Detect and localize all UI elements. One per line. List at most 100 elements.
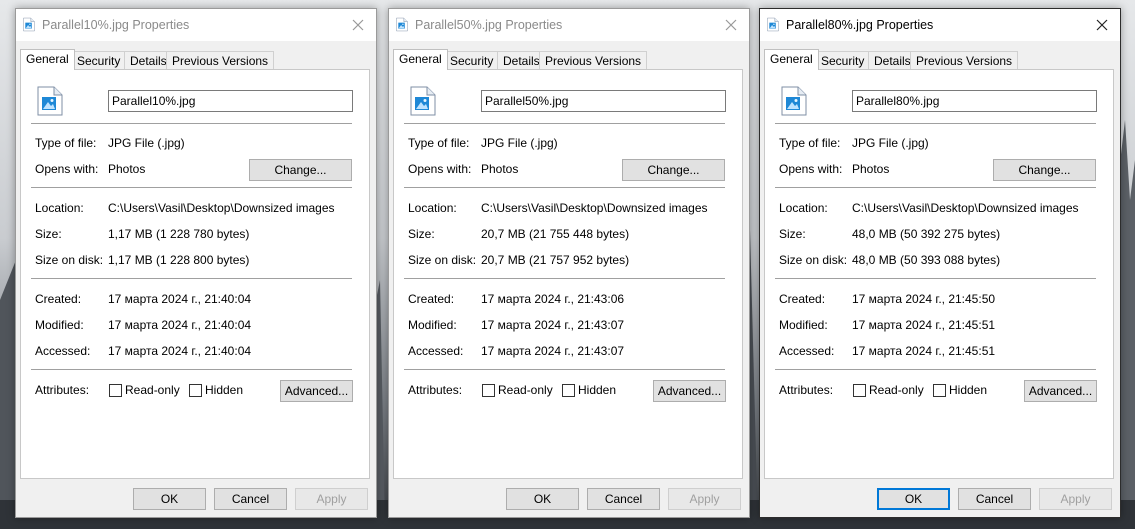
- title-bar[interactable]: Parallel10%.jpg Properties: [16, 9, 376, 41]
- location-value: C:\Users\Vasil\Desktop\Downsized images: [108, 201, 335, 215]
- tab-general[interactable]: General: [764, 49, 819, 70]
- location-value: C:\Users\Vasil\Desktop\Downsized images: [481, 201, 708, 215]
- jpg-file-icon: [767, 17, 779, 32]
- divider: [404, 123, 725, 124]
- location-value: C:\Users\Vasil\Desktop\Downsized images: [852, 201, 1079, 215]
- jpg-file-icon: [23, 17, 35, 32]
- properties-dialog: Parallel10%.jpg Properties General Secur…: [15, 8, 377, 518]
- size-on-disk-value: 1,17 MB (1 228 800 bytes): [108, 253, 250, 267]
- window-title: Parallel10%.jpg Properties: [42, 18, 190, 32]
- attributes-label: Attributes:: [35, 383, 90, 397]
- ok-button[interactable]: OK: [877, 488, 950, 510]
- general-panel: Parallel80%.jpg Type of file: JPG File (…: [764, 69, 1114, 479]
- read-only-checkbox[interactable]: [109, 384, 122, 397]
- cancel-button[interactable]: Cancel: [587, 488, 660, 510]
- cancel-button[interactable]: Cancel: [958, 488, 1031, 510]
- advanced-button[interactable]: Advanced...: [1024, 380, 1097, 402]
- size-label: Size:: [35, 227, 62, 241]
- hidden-label[interactable]: Hidden: [949, 383, 987, 397]
- tab-previous-versions[interactable]: Previous Versions: [539, 51, 648, 69]
- divider: [775, 369, 1096, 370]
- apply-button[interactable]: Apply: [1039, 488, 1112, 510]
- divider: [31, 369, 352, 370]
- accessed-label: Accessed:: [408, 344, 464, 358]
- read-only-label[interactable]: Read-only: [498, 383, 553, 397]
- read-only-checkbox[interactable]: [482, 384, 495, 397]
- opens-with-label: Opens with:: [408, 162, 472, 176]
- accessed-value: 17 марта 2024 г., 21:43:07: [481, 344, 625, 358]
- hidden-checkbox[interactable]: [189, 384, 202, 397]
- tab-security[interactable]: Security: [71, 51, 127, 69]
- jpg-file-icon: [396, 17, 408, 32]
- cancel-button[interactable]: Cancel: [214, 488, 287, 510]
- image-file-icon: [781, 86, 807, 116]
- accessed-value: 17 марта 2024 г., 21:45:51: [852, 344, 996, 358]
- modified-label: Modified:: [35, 318, 84, 332]
- ok-button[interactable]: OK: [133, 488, 206, 510]
- type-of-file-label: Type of file:: [779, 136, 841, 150]
- read-only-label[interactable]: Read-only: [869, 383, 924, 397]
- size-value: 20,7 MB (21 755 448 bytes): [481, 227, 630, 241]
- advanced-button[interactable]: Advanced...: [280, 380, 353, 402]
- apply-button[interactable]: Apply: [295, 488, 368, 510]
- attributes-label: Attributes:: [408, 383, 463, 397]
- divider: [31, 278, 352, 279]
- modified-label: Modified:: [408, 318, 457, 332]
- location-label: Location:: [779, 201, 828, 215]
- general-panel: Parallel50%.jpg Type of file: JPG File (…: [393, 69, 743, 479]
- opens-with-value: Photos: [852, 162, 890, 176]
- divider: [775, 187, 1096, 188]
- created-value: 17 марта 2024 г., 21:43:06: [481, 292, 625, 306]
- location-label: Location:: [35, 201, 84, 215]
- modified-value: 17 марта 2024 г., 21:43:07: [481, 318, 625, 332]
- hidden-checkbox[interactable]: [562, 384, 575, 397]
- hidden-label[interactable]: Hidden: [205, 383, 243, 397]
- close-icon[interactable]: [719, 13, 743, 37]
- divider: [404, 187, 725, 188]
- read-only-checkbox[interactable]: [853, 384, 866, 397]
- title-bar[interactable]: Parallel80%.jpg Properties: [760, 9, 1120, 41]
- created-label: Created:: [35, 292, 82, 306]
- close-icon[interactable]: [346, 13, 370, 37]
- size-on-disk-label: Size on disk:: [779, 253, 848, 267]
- change-button[interactable]: Change...: [249, 159, 352, 181]
- change-button[interactable]: Change...: [622, 159, 725, 181]
- opens-with-value: Photos: [108, 162, 146, 176]
- modified-value: 17 марта 2024 г., 21:40:04: [108, 318, 252, 332]
- tab-general[interactable]: General: [393, 49, 448, 70]
- opens-with-label: Opens with:: [35, 162, 99, 176]
- tab-general[interactable]: General: [20, 49, 75, 70]
- divider: [31, 187, 352, 188]
- tab-previous-versions[interactable]: Previous Versions: [166, 51, 275, 69]
- size-on-disk-value: 20,7 MB (21 757 952 bytes): [481, 253, 630, 267]
- divider: [31, 123, 352, 124]
- divider: [404, 278, 725, 279]
- size-on-disk-label: Size on disk:: [35, 253, 104, 267]
- size-label: Size:: [779, 227, 806, 241]
- size-label: Size:: [408, 227, 435, 241]
- title-bar[interactable]: Parallel50%.jpg Properties: [389, 9, 749, 41]
- hidden-label[interactable]: Hidden: [578, 383, 616, 397]
- accessed-value: 17 марта 2024 г., 21:40:04: [108, 344, 252, 358]
- filename-field[interactable]: Parallel80%.jpg: [852, 90, 1097, 112]
- size-value: 1,17 MB (1 228 780 bytes): [108, 227, 250, 241]
- tab-security[interactable]: Security: [815, 51, 871, 69]
- hidden-checkbox[interactable]: [933, 384, 946, 397]
- attributes-label: Attributes:: [779, 383, 834, 397]
- filename-field[interactable]: Parallel10%.jpg: [108, 90, 353, 112]
- image-file-icon: [410, 86, 436, 116]
- change-button[interactable]: Change...: [993, 159, 1096, 181]
- read-only-label[interactable]: Read-only: [125, 383, 180, 397]
- apply-button[interactable]: Apply: [668, 488, 741, 510]
- filename-field[interactable]: Parallel50%.jpg: [481, 90, 726, 112]
- ok-button[interactable]: OK: [506, 488, 579, 510]
- advanced-button[interactable]: Advanced...: [653, 380, 726, 402]
- created-label: Created:: [779, 292, 826, 306]
- tab-previous-versions[interactable]: Previous Versions: [910, 51, 1019, 69]
- created-value: 17 марта 2024 г., 21:45:50: [852, 292, 996, 306]
- location-label: Location:: [408, 201, 457, 215]
- close-icon[interactable]: [1090, 13, 1114, 37]
- type-of-file-label: Type of file:: [408, 136, 470, 150]
- divider: [404, 369, 725, 370]
- tab-security[interactable]: Security: [444, 51, 500, 69]
